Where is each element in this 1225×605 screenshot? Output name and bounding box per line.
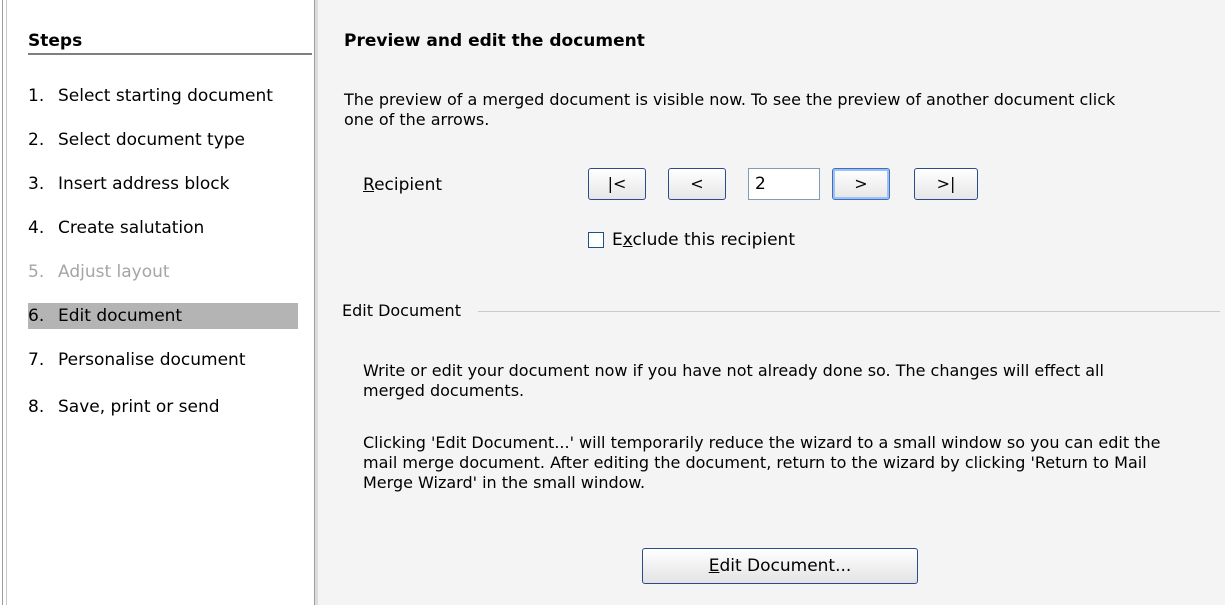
edit-instructions-line: merged documents. bbox=[363, 381, 525, 400]
step-item-select-document-type[interactable]: 2. Select document type bbox=[28, 127, 298, 153]
step-label: Save, print or send bbox=[58, 397, 220, 417]
steps-heading-underline bbox=[28, 53, 312, 55]
exclude-label-prefix: E bbox=[612, 230, 623, 250]
step-label: Select document type bbox=[58, 130, 245, 150]
exclude-label-access-key: x bbox=[622, 230, 633, 250]
edit-document-button[interactable]: Edit Document... bbox=[642, 548, 918, 584]
edit-explanation-text: Clicking 'Edit Document...' will tempora… bbox=[363, 433, 1160, 493]
intro-text-line: one of the arrows. bbox=[344, 110, 490, 129]
edit-explanation-line: mail merge document. After editing the d… bbox=[363, 453, 1147, 472]
step-number: 7. bbox=[28, 350, 45, 370]
edit-instructions-line: Write or edit your document now if you h… bbox=[363, 361, 1104, 380]
edit-explanation-line: Clicking 'Edit Document...' will tempora… bbox=[363, 433, 1161, 452]
exclude-label-text: clude this recipient bbox=[632, 230, 795, 250]
steps-panel: Steps 1. Select starting document 2. Selec… bbox=[0, 0, 314, 605]
intro-text-line: The preview of a merged document is visi… bbox=[344, 90, 1116, 109]
step-item-adjust-layout: 5. Adjust layout bbox=[28, 259, 298, 285]
recipient-label-access-key: R bbox=[363, 175, 375, 195]
step-number: 1. bbox=[28, 86, 45, 106]
next-recipient-button[interactable]: > bbox=[832, 168, 890, 200]
step-label: Adjust layout bbox=[58, 262, 170, 282]
step-item-edit-document[interactable]: 6. Edit document bbox=[28, 303, 298, 329]
edit-button-label: dit Document... bbox=[719, 556, 852, 576]
previous-recipient-button[interactable]: < bbox=[668, 168, 726, 200]
recipient-number-field[interactable]: 2 bbox=[748, 168, 820, 200]
step-number: 4. bbox=[28, 218, 45, 238]
exclude-recipient-checkbox[interactable] bbox=[588, 232, 604, 248]
recipient-label: Recipient bbox=[363, 175, 442, 195]
step-item-personalise-document[interactable]: 7. Personalise document bbox=[28, 347, 298, 373]
step-item-save-print-or-send[interactable]: 8. Save, print or send bbox=[28, 394, 298, 420]
step-label: Edit document bbox=[58, 306, 183, 326]
first-recipient-button[interactable]: |< bbox=[588, 168, 646, 200]
exclude-recipient-label[interactable]: Exclude this recipient bbox=[612, 230, 795, 250]
edit-button-access-key: E bbox=[708, 556, 720, 576]
step-item-select-starting-document[interactable]: 1. Select starting document bbox=[28, 83, 298, 109]
recipient-label-text: ecipient bbox=[374, 175, 443, 195]
window-edge-line-inner bbox=[6, 0, 7, 605]
step-label: Select starting document bbox=[58, 86, 273, 106]
step-number: 3. bbox=[28, 174, 45, 194]
step-label: Create salutation bbox=[58, 218, 205, 238]
step-number: 8. bbox=[28, 397, 45, 417]
window-edge-line bbox=[2, 0, 3, 605]
edit-document-section-label: Edit Document bbox=[342, 301, 461, 320]
edit-instructions-text: Write or edit your document now if you h… bbox=[363, 361, 1104, 401]
page-title: Preview and edit the document bbox=[344, 31, 645, 51]
steps-heading: Steps bbox=[28, 31, 83, 51]
step-number: 2. bbox=[28, 130, 45, 150]
edit-explanation-line: Merge Wizard' in the small window. bbox=[363, 473, 646, 492]
last-recipient-button[interactable]: >| bbox=[914, 168, 978, 200]
step-label: Insert address block bbox=[58, 174, 230, 194]
section-divider bbox=[478, 311, 1220, 312]
intro-text: The preview of a merged document is visi… bbox=[344, 90, 1115, 130]
main-panel: Preview and edit the document The previe… bbox=[318, 0, 1225, 605]
step-number: 5. bbox=[28, 262, 45, 282]
step-number: 6. bbox=[28, 306, 45, 326]
step-item-insert-address-block[interactable]: 3. Insert address block bbox=[28, 171, 298, 197]
step-item-create-salutation[interactable]: 4. Create salutation bbox=[28, 215, 298, 241]
step-label: Personalise document bbox=[58, 350, 246, 370]
